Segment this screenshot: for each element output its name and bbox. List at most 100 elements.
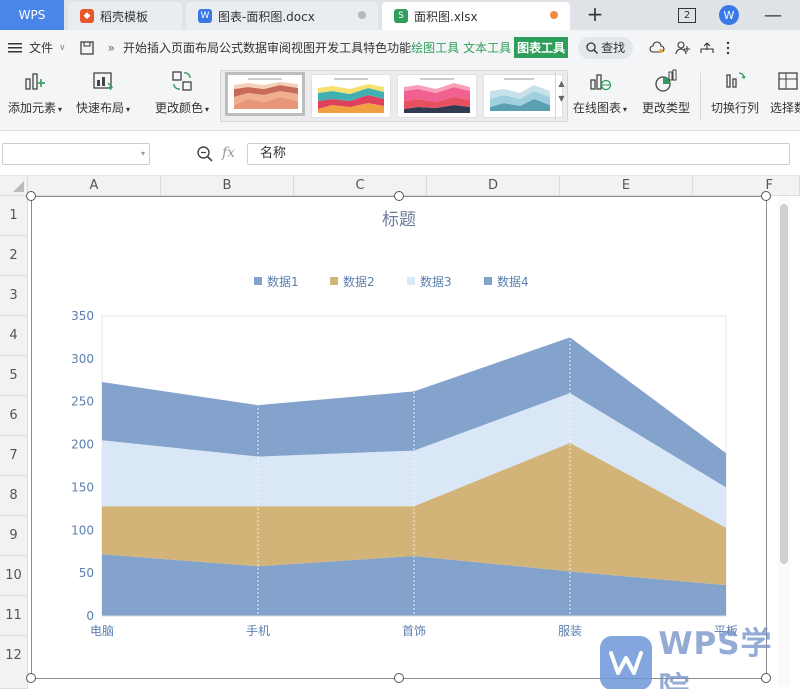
- menu-bar: 文件 ∨ » 开始 插入 页面布局 公式 数据 审阅 视图 开发工具 特色功能 …: [0, 30, 800, 65]
- name-box[interactable]: ▾: [2, 143, 150, 165]
- account-icon[interactable]: W: [716, 3, 742, 27]
- chart-style-4[interactable]: [483, 74, 563, 118]
- col-header-a[interactable]: A: [28, 176, 161, 196]
- switch-row-col-button[interactable]: 切换行列: [711, 69, 759, 116]
- gallery-scroll[interactable]: ▲ ▼: [555, 71, 567, 121]
- legend-item-1[interactable]: 数据1: [254, 274, 299, 289]
- word-doc-icon: W: [198, 9, 212, 23]
- docer-icon: ◆: [80, 9, 94, 23]
- row-header-8[interactable]: 8: [0, 476, 28, 516]
- chart-style-3[interactable]: [397, 74, 477, 118]
- gallery-up-icon[interactable]: ▲: [556, 79, 567, 88]
- legend-item-3[interactable]: 数据3: [407, 274, 452, 289]
- menu-tab-chart-tools-label: 图表工具: [514, 37, 569, 58]
- tab-doc-dot-icon[interactable]: [358, 11, 366, 19]
- row-header-12[interactable]: 12: [0, 636, 28, 689]
- formula-input[interactable]: 名称: [247, 143, 790, 165]
- search-button[interactable]: 查找: [578, 36, 634, 59]
- menu-tab-home[interactable]: 开始: [115, 30, 147, 65]
- menu-tab-formula[interactable]: 公式: [219, 30, 243, 65]
- hamburger-icon[interactable]: [0, 30, 22, 65]
- tab-template[interactable]: ◆ 稻壳模板: [68, 2, 182, 30]
- legend-item-4[interactable]: 数据4: [484, 274, 529, 289]
- resize-handle-tl[interactable]: [26, 191, 36, 201]
- col-header-c[interactable]: C: [294, 176, 427, 196]
- menu-file[interactable]: 文件 ∨: [22, 30, 66, 65]
- ribbon-chart-tools: 添加元素 ▾ 快速布局 ▾ 更改颜色 ▾ ▲ ▼ 在线图表 ▾ 更改类型 切换行…: [0, 65, 800, 131]
- row-header-4[interactable]: 4: [0, 316, 28, 356]
- menu-tab-view[interactable]: 视图: [291, 30, 315, 65]
- menu-tab-text-tools[interactable]: 文本工具: [459, 30, 511, 65]
- more-options-icon[interactable]: [715, 30, 731, 65]
- row-header-3[interactable]: 3: [0, 276, 28, 316]
- window-count-label: 2: [678, 7, 696, 23]
- window-count-badge[interactable]: 2: [676, 3, 698, 27]
- more-chevron-icon[interactable]: »: [94, 30, 115, 65]
- col-header-e[interactable]: E: [560, 176, 693, 196]
- collaborate-icon[interactable]: [665, 30, 691, 65]
- tab-doc[interactable]: W 图表-面积图.docx: [186, 2, 378, 30]
- row-header-2[interactable]: 2: [0, 236, 28, 276]
- tab-wps-home[interactable]: WPS: [0, 0, 64, 30]
- chart-legend[interactable]: 数据1 数据2 数据3 数据4: [254, 274, 529, 289]
- style-4-preview: [490, 78, 550, 111]
- menu-tab-chart-tools[interactable]: 图表工具: [511, 30, 569, 65]
- col-header-b[interactable]: B: [161, 176, 294, 196]
- menu-tab-page-layout[interactable]: 页面布局: [171, 30, 219, 65]
- row-header-6[interactable]: 6: [0, 396, 28, 436]
- resize-handle-bl[interactable]: [26, 673, 36, 683]
- fx-label[interactable]: fx: [222, 145, 235, 161]
- row-header-11[interactable]: 11: [0, 596, 28, 636]
- menu-tab-developer[interactable]: 开发工具: [315, 30, 363, 65]
- quick-layout-icon: [93, 72, 114, 91]
- menu-tab-review[interactable]: 审阅: [267, 30, 291, 65]
- row-header-1[interactable]: 1: [0, 196, 28, 236]
- quick-layout-label: 快速布局 ▾: [76, 101, 131, 115]
- resize-handle-tr[interactable]: [761, 191, 771, 201]
- col-header-d[interactable]: D: [427, 176, 560, 196]
- row-header-9[interactable]: 9: [0, 516, 28, 556]
- legend-item-2[interactable]: 数据2: [330, 274, 375, 289]
- row-header-5[interactable]: 5: [0, 356, 28, 396]
- plot-area[interactable]: [101, 315, 727, 617]
- gallery-down-icon[interactable]: ▼: [556, 94, 567, 103]
- change-type-button[interactable]: 更改类型: [642, 69, 690, 116]
- online-chart-icon: [590, 74, 612, 91]
- online-chart-button[interactable]: 在线图表 ▾: [573, 69, 627, 116]
- col-header-f[interactable]: F: [693, 176, 800, 196]
- change-type-label: 更改类型: [642, 101, 691, 115]
- vertical-scrollbar-thumb[interactable]: [780, 204, 788, 564]
- name-box-caret-icon[interactable]: ▾: [141, 149, 145, 158]
- legend-swatch: [407, 277, 415, 285]
- menu-tab-drawing-tools[interactable]: 绘图工具: [411, 30, 459, 65]
- chart-title[interactable]: 标题: [382, 210, 416, 230]
- vertical-scrollbar[interactable]: [778, 196, 790, 686]
- unsaved-dot-icon[interactable]: [550, 11, 558, 19]
- minimize-icon[interactable]: —: [758, 3, 788, 27]
- resize-handle-t[interactable]: [394, 191, 404, 201]
- share-icon[interactable]: [691, 30, 715, 65]
- resize-handle-b[interactable]: [394, 673, 404, 683]
- y-tick-label: 0: [86, 609, 94, 623]
- area-chart[interactable]: 标题 数据1 数据2 数据3 数据4 0 50 100 150 200 250 300 350 电脑 手…: [26, 191, 771, 683]
- row-header-7[interactable]: 7: [0, 436, 28, 476]
- change-color-icon: [172, 71, 192, 91]
- menu-tab-features[interactable]: 特色功能: [363, 30, 411, 65]
- chart-style-1[interactable]: [225, 72, 305, 116]
- chart-style-gallery: ▲ ▼: [220, 70, 568, 122]
- new-tab-button[interactable]: +: [584, 4, 606, 26]
- add-element-button[interactable]: 添加元素 ▾: [8, 69, 62, 116]
- menu-tab-insert[interactable]: 插入: [147, 30, 171, 65]
- y-tick-label: 350: [71, 309, 94, 323]
- quick-layout-button[interactable]: 快速布局 ▾: [76, 69, 130, 116]
- change-color-button[interactable]: 更改颜色 ▾: [155, 69, 209, 116]
- row-header-10[interactable]: 10: [0, 556, 28, 596]
- save-icon[interactable]: [66, 30, 94, 65]
- cloud-icon[interactable]: [633, 30, 665, 65]
- menu-tab-data[interactable]: 数据: [243, 30, 267, 65]
- select-all-corner[interactable]: [0, 176, 28, 196]
- chart-style-2[interactable]: [311, 74, 391, 118]
- tab-xlsx[interactable]: S 面积图.xlsx: [382, 2, 570, 30]
- zoom-icon[interactable]: [196, 145, 214, 163]
- select-data-button[interactable]: 选择数: [770, 69, 800, 116]
